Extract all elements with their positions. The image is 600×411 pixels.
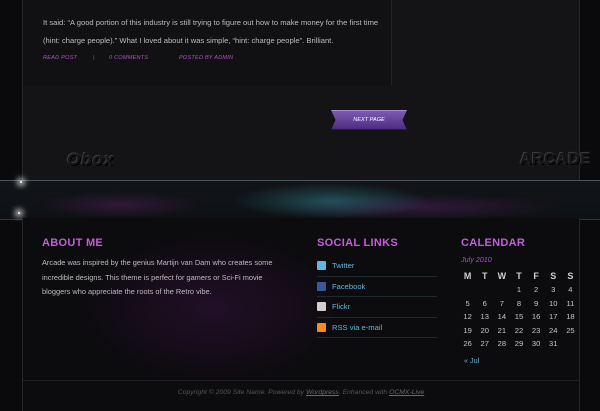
calendar-week-row: 26 27 28 29 30 31: [459, 337, 579, 351]
posted-by-link[interactable]: Posted by Admin: [179, 55, 233, 61]
calendar-week-row: 5 6 7 8 9 10 11: [459, 297, 579, 311]
copyright: Copyright © 2009 Site Name. Powered by W…: [23, 389, 579, 396]
calendar-caption: July 2010: [461, 255, 492, 264]
post-meta: Read Post | 0 Comments Posted by Admin: [43, 55, 383, 65]
calendar-day: 26: [463, 339, 472, 349]
social-title: Social Links: [317, 237, 399, 249]
calendar-day: 13: [480, 312, 489, 322]
calendar-prev-link[interactable]: « Jul: [464, 356, 479, 365]
copyright-text: . Enhanced with: [338, 389, 390, 396]
day-header: T: [516, 270, 522, 281]
calendar-title: Calendar: [461, 237, 526, 249]
calendar-day: 8: [516, 298, 522, 308]
social-links-list: Twitter Facebook Flickr RSS via e-mail: [317, 256, 437, 338]
star-glow: [18, 212, 20, 214]
calendar-day: [459, 283, 476, 297]
day-header: T: [481, 270, 488, 281]
calendar-day: 5: [465, 298, 470, 308]
calendar-week-row: 19 20 21 22 23 24 25: [459, 324, 579, 338]
social-item-twitter[interactable]: Twitter: [317, 256, 437, 277]
obox-logo[interactable]: Obox: [67, 150, 114, 170]
calendar-day: 4: [568, 285, 573, 295]
calendar-day: 10: [549, 298, 558, 308]
space-divider: [0, 180, 600, 220]
social-label: RSS via e-mail: [332, 322, 383, 332]
calendar-day: 6: [482, 298, 487, 308]
calendar-day: 18: [566, 312, 575, 322]
social-label: Facebook: [332, 281, 366, 291]
calendar-day: 7: [499, 298, 504, 308]
social-label: Flickr: [332, 302, 351, 312]
social-item-flickr[interactable]: Flickr: [317, 297, 437, 318]
calendar-day: 14: [497, 312, 507, 322]
calendar-day: 22: [514, 325, 524, 335]
calendar-day: 19: [463, 325, 472, 335]
day-header: S: [567, 270, 574, 281]
calendar-day: 29: [514, 339, 524, 349]
calendar-day: 3: [551, 285, 556, 295]
about-text: Arcade was inspired by the genius Martij…: [42, 258, 273, 296]
footer: About Me Arcade was inspired by the geni…: [22, 218, 580, 411]
calendar-day: 21: [497, 325, 507, 335]
next-page-button[interactable]: Next Page: [331, 110, 407, 130]
social-item-facebook[interactable]: Facebook: [317, 277, 437, 297]
calendar-day: 25: [566, 325, 575, 335]
calendar-day: [493, 283, 510, 297]
comments-link[interactable]: 0 Comments: [109, 55, 148, 61]
post-excerpt: It said: “A good portion of this industr…: [43, 18, 379, 45]
twitter-icon: [317, 261, 326, 271]
copyright-text: Copyright © 2009 Site Name. Powered by: [177, 389, 306, 396]
facebook-icon: [317, 281, 326, 291]
calendar-day: 1: [516, 285, 522, 295]
calendar-week-row: 12 13 14 15 16 17 18: [459, 310, 579, 324]
calendar-day: 17: [549, 312, 558, 322]
calendar-day: 15: [514, 312, 524, 322]
star-glow: [20, 181, 22, 183]
calendar-day: 24: [549, 325, 558, 335]
calendar-day: 2: [534, 285, 539, 295]
day-header: F: [533, 270, 539, 281]
calendar-day: 23: [531, 325, 541, 335]
flickr-icon: [317, 302, 326, 312]
day-header: W: [497, 270, 507, 281]
calendar-day: [476, 283, 493, 297]
calendar-day: 28: [497, 339, 507, 349]
calendar-day: 30: [531, 339, 541, 349]
calendar-day: 11: [566, 298, 575, 308]
calendar-day: 27: [480, 339, 489, 349]
social-item-rss[interactable]: RSS via e-mail: [317, 318, 437, 338]
social-label: Twitter: [332, 261, 355, 271]
day-header: M: [463, 270, 472, 281]
content-area: It said: “A good portion of this industr…: [22, 0, 591, 180]
post-card: It said: “A good portion of this industr…: [23, 0, 392, 86]
day-header: S: [550, 270, 557, 281]
calendar-day: 9: [534, 298, 539, 308]
read-post-link[interactable]: Read Post: [43, 55, 77, 61]
about-title: About Me: [42, 237, 104, 249]
rss-icon: [317, 322, 326, 332]
wordpress-link[interactable]: Wordpress: [306, 389, 339, 396]
calendar-day: 31: [549, 339, 558, 349]
calendar-header-row: M T W T F S S: [459, 268, 579, 283]
calendar-day: 12: [463, 312, 472, 322]
calendar-day: 20: [480, 325, 489, 335]
calendar-day: [562, 337, 579, 351]
ocmx-link[interactable]: OCMX-Live: [389, 389, 424, 396]
arcade-logo[interactable]: ARCADE: [520, 151, 591, 169]
calendar-day: 16: [531, 312, 541, 322]
calendar-week-row: 1 2 3 4: [459, 283, 579, 297]
calendar-table: M T W T F S S 1 2 3 4 5 6 7 8 9 10 11 12…: [459, 268, 579, 351]
meta-separator: |: [93, 55, 95, 61]
footer-divider: [23, 380, 579, 381]
